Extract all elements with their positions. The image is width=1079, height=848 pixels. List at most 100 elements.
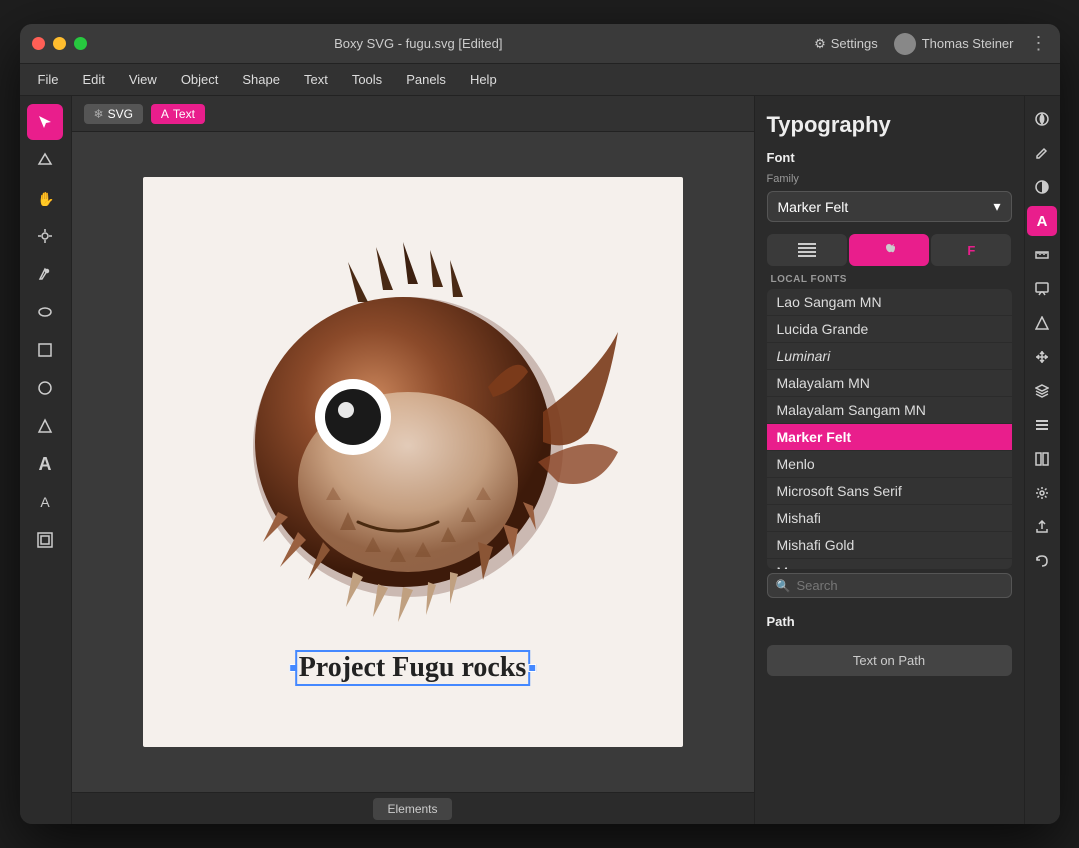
rtool-edit[interactable] xyxy=(1027,138,1057,168)
font-item-microsoft-sans[interactable]: Microsoft Sans Serif xyxy=(767,478,1012,505)
rtool-typography[interactable]: A xyxy=(1027,206,1057,236)
tool-hand[interactable]: ✋ xyxy=(27,180,63,216)
font-item-marker-felt[interactable]: Marker Felt xyxy=(767,424,1012,451)
panel-content: Typography Font Family Marker Felt ▾ xyxy=(755,96,1024,824)
content-area: ❄ SVG A Text xyxy=(72,96,754,824)
menu-tools[interactable]: Tools xyxy=(342,69,392,90)
gear-icon xyxy=(1035,486,1049,500)
menu-text[interactable]: Text xyxy=(294,69,338,90)
main-area: ✋ A A xyxy=(20,96,1060,824)
tool-rect[interactable] xyxy=(27,332,63,368)
tool-select[interactable] xyxy=(27,104,63,140)
titlebar-right: ⚙ Settings Thomas Steiner ⋮ xyxy=(814,33,1047,55)
canvas-toolbar: ❄ SVG A Text xyxy=(72,96,754,132)
tool-ellipse[interactable] xyxy=(27,294,63,330)
rtool-color[interactable] xyxy=(1027,104,1057,134)
layers-icon xyxy=(1035,384,1049,398)
elements-button[interactable]: Elements xyxy=(373,798,451,820)
font-item-malayalam[interactable]: Malayalam MN xyxy=(767,370,1012,397)
tool-triangle[interactable] xyxy=(27,408,63,444)
chevron-down-icon: ▾ xyxy=(993,198,1000,215)
rtool-layers[interactable] xyxy=(1027,376,1057,406)
filter-google-tab[interactable]: F xyxy=(931,234,1011,266)
user-name: Thomas Steiner xyxy=(922,36,1014,51)
font-search: 🔍 xyxy=(767,573,1012,598)
rtool-comment[interactable] xyxy=(1027,274,1057,304)
font-item-lao[interactable]: Lao Sangam MN xyxy=(767,289,1012,316)
apple-icon xyxy=(881,242,897,258)
font-item-menlo[interactable]: Menlo xyxy=(767,451,1012,478)
window-title: Boxy SVG - fugu.svg [Edited] xyxy=(23,36,815,51)
tool-text-small[interactable]: A xyxy=(27,484,63,520)
font-item-monaco[interactable]: Monaco xyxy=(767,559,1012,569)
titlebar: Boxy SVG - fugu.svg [Edited] ⚙ Settings … xyxy=(20,24,1060,64)
fonts-section-header: LOCAL FONTS xyxy=(767,270,1012,289)
tool-frame[interactable] xyxy=(27,522,63,558)
menu-help[interactable]: Help xyxy=(460,69,507,90)
tool-circle[interactable] xyxy=(27,370,63,406)
canvas-content: Project Fugu rocks xyxy=(143,177,683,747)
rtool-gear[interactable] xyxy=(1027,478,1057,508)
svg-tab-label: SVG xyxy=(108,107,133,121)
filter-system-tab[interactable] xyxy=(849,234,929,266)
google-fonts-label: F xyxy=(967,243,975,258)
filter-all-tab[interactable] xyxy=(767,234,847,266)
menu-view[interactable]: View xyxy=(119,69,167,90)
move-icon xyxy=(1035,350,1049,364)
rtool-export[interactable] xyxy=(1027,512,1057,542)
undo-icon xyxy=(1035,554,1049,568)
menu-panels[interactable]: Panels xyxy=(396,69,456,90)
font-item-lucida[interactable]: Lucida Grande xyxy=(767,316,1012,343)
canvas-area[interactable]: Project Fugu rocks xyxy=(72,132,754,792)
left-toolbar: ✋ A A xyxy=(20,96,72,824)
list-view-icon xyxy=(1035,418,1049,432)
shape-icon xyxy=(1035,316,1049,330)
font-item-luminari[interactable]: Luminari xyxy=(767,343,1012,370)
font-item-mishafi[interactable]: Mishafi xyxy=(767,505,1012,532)
contrast-icon xyxy=(1035,180,1049,194)
menu-edit[interactable]: Edit xyxy=(72,69,114,90)
menu-object[interactable]: Object xyxy=(171,69,229,90)
more-icon[interactable]: ⋮ xyxy=(1030,33,1048,54)
svg-text:✋: ✋ xyxy=(37,191,53,206)
menubar: File Edit View Object Shape Text Tools P… xyxy=(20,64,1060,96)
right-panel: Typography Font Family Marker Felt ▾ xyxy=(754,96,1024,824)
snowflake-icon: ❄ xyxy=(94,107,104,121)
rtool-columns[interactable] xyxy=(1027,444,1057,474)
font-family-dropdown[interactable]: Marker Felt ▾ xyxy=(767,191,1012,222)
right-icon-toolbar: A xyxy=(1024,96,1060,824)
search-input[interactable] xyxy=(796,578,1002,593)
search-icon: 🔍 xyxy=(776,579,791,593)
menu-file[interactable]: File xyxy=(28,69,69,90)
selection-handle-left xyxy=(289,664,297,672)
menu-shape[interactable]: Shape xyxy=(232,69,290,90)
tool-node[interactable] xyxy=(27,142,63,178)
settings-button[interactable]: ⚙ Settings xyxy=(814,36,878,52)
font-section-title: Font xyxy=(767,150,1012,165)
font-item-mishafi-gold[interactable]: Mishafi Gold xyxy=(767,532,1012,559)
canvas-bottom-bar: Elements xyxy=(72,792,754,824)
tool-pen[interactable] xyxy=(27,256,63,292)
comment-icon xyxy=(1035,282,1049,296)
user-button[interactable]: Thomas Steiner xyxy=(894,33,1014,55)
rtool-contrast[interactable] xyxy=(1027,172,1057,202)
tool-text[interactable]: A xyxy=(27,446,63,482)
selected-font-name: Marker Felt xyxy=(778,199,849,215)
font-item-malayalam-sangam[interactable]: Malayalam Sangam MN xyxy=(767,397,1012,424)
rtool-move[interactable] xyxy=(1027,342,1057,372)
canvas-text[interactable]: Project Fugu rocks xyxy=(289,652,537,684)
text-on-path-button[interactable]: Text on Path xyxy=(767,645,1012,676)
fugu-illustration: Project Fugu rocks xyxy=(198,232,628,692)
tool-transform[interactable] xyxy=(27,218,63,254)
rtool-undo[interactable] xyxy=(1027,546,1057,576)
rtool-ruler[interactable] xyxy=(1027,240,1057,270)
text-tab-icon: A xyxy=(161,107,169,121)
edit-icon xyxy=(1035,146,1049,160)
svg-tab[interactable]: ❄ SVG xyxy=(84,104,143,124)
ruler-icon xyxy=(1035,248,1049,262)
canvas-text-value: Project Fugu rocks xyxy=(297,652,529,684)
text-tab[interactable]: A Text xyxy=(151,104,205,124)
settings-label: Settings xyxy=(831,36,878,51)
rtool-shape[interactable] xyxy=(1027,308,1057,338)
rtool-list[interactable] xyxy=(1027,410,1057,440)
